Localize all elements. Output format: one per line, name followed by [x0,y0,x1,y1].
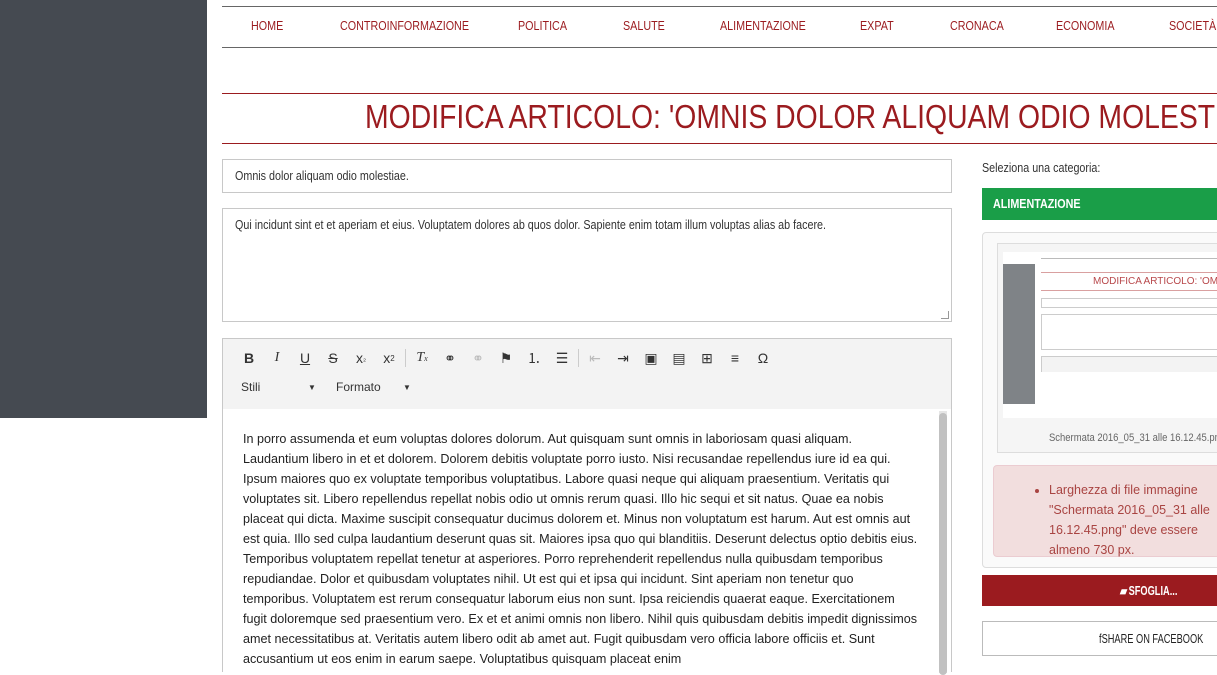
chevron-down-icon: ▼ [308,383,316,392]
strikethrough-icon[interactable]: S [319,347,347,369]
special-char-icon[interactable]: Ω [749,347,777,369]
anchor-flag-icon[interactable]: ⚑ [492,347,520,369]
numbered-list-icon[interactable]: ⒈ [520,347,548,369]
format-dropdown[interactable]: Formato ▼ [336,380,411,394]
image-upload-panel: MODIFICA ARTICOLO: 'OMNIS DOLOR ALIQUAM … [982,232,1217,568]
category-label: Seleziona una categoria: [982,161,1101,175]
nav-item-economia[interactable]: ECONOMIA [1056,19,1115,33]
superscript-icon[interactable]: x2 [375,347,403,369]
remove-format-icon[interactable]: Tx [408,347,436,369]
page-title-bar: MODIFICA ARTICOLO: 'OMNIS DOLOR ALIQUAM … [222,93,1217,144]
editor-toolbar: B I U S x₂ x2 Tx ⚭ ⚭ ⚑ ⒈ ☰ ⇤ ⇥ ▣ ▤ ⊞ ≡ Ω [235,347,777,369]
error-message: Larghezza di file immagine "Schermata 20… [1049,480,1217,560]
main-nav: HOME CONTROINFORMAZIONE POLITICA SALUTE … [222,6,1217,48]
unlink-icon[interactable]: ⚭ [464,347,492,369]
bulleted-list-icon[interactable]: ☰ [548,347,576,369]
nav-item-expat[interactable]: EXPAT [860,19,894,33]
folder-open-icon: ▰ [1120,584,1128,598]
rich-text-editor: B I U S x₂ x2 Tx ⚭ ⚭ ⚑ ⒈ ☰ ⇤ ⇥ ▣ ▤ ⊞ ≡ Ω… [222,338,952,675]
thumbnail-caption: Schermata 2016_05_31 alle 16.12.45.png [1049,432,1217,444]
italic-icon[interactable]: I [263,347,291,369]
error-alert: Larghezza di file immagine "Schermata 20… [993,465,1217,557]
subscript-icon[interactable]: x₂ [347,347,375,369]
nav-item-alimentazione[interactable]: ALIMENTAZIONE [720,19,806,33]
nav-item-societa[interactable]: SOCIETÀ [1169,19,1216,33]
horizontal-rule-icon[interactable]: ≡ [721,347,749,369]
flash-icon[interactable]: ▤ [665,347,693,369]
editor-content[interactable]: In porro assumenda et eum voluptas dolor… [223,409,951,673]
toolbar-separator [578,349,579,367]
underline-icon[interactable]: U [291,347,319,369]
indent-icon[interactable]: ⇥ [609,347,637,369]
scrollbar-thumb[interactable] [939,413,947,675]
nav-item-politica[interactable]: POLITICA [518,19,567,33]
image-icon[interactable]: ▣ [637,347,665,369]
nav-item-cronaca[interactable]: CRONACA [950,19,1004,33]
chevron-down-icon: ▼ [403,383,411,392]
editor-scrollbar[interactable] [939,411,947,675]
nav-item-salute[interactable]: SALUTE [623,19,665,33]
resize-handle[interactable] [941,311,949,319]
share-facebook-button[interactable]: f SHARE ON FACEBOOK [982,621,1217,656]
styles-dropdown[interactable]: Stili ▼ [241,380,316,394]
outdent-icon[interactable]: ⇤ [581,347,609,369]
image-thumbnail: MODIFICA ARTICOLO: 'OMNIS DOLOR ALIQUAM … [997,243,1217,453]
title-input[interactable]: Omnis dolor aliquam odio molestiae. [222,159,952,193]
table-icon[interactable]: ⊞ [693,347,721,369]
summary-textarea[interactable]: Qui incidunt sint et et aperiam et eius.… [222,208,952,322]
link-icon[interactable]: ⚭ [436,347,464,369]
nav-item-controinformazione[interactable]: CONTROINFORMAZIONE [340,19,469,33]
browse-button[interactable]: ▰ SFOGLIA... [982,575,1217,606]
bold-icon[interactable]: B [235,347,263,369]
category-select[interactable]: ALIMENTAZIONE [982,188,1217,220]
thumbnail-title: MODIFICA ARTICOLO: 'OMNIS DOLOR ALIQUAM … [1093,276,1217,287]
left-sidebar [0,0,207,418]
page-title: MODIFICA ARTICOLO: 'OMNIS DOLOR ALIQUAM … [365,98,1217,135]
body-text: In porro assumenda et eum voluptas dolor… [243,432,918,666]
toolbar-separator [405,349,406,367]
thumbnail-preview: MODIFICA ARTICOLO: 'OMNIS DOLOR ALIQUAM … [1003,252,1217,418]
summary-text: Qui incidunt sint et et aperiam et eius.… [235,218,826,232]
nav-item-home[interactable]: HOME [251,19,283,33]
